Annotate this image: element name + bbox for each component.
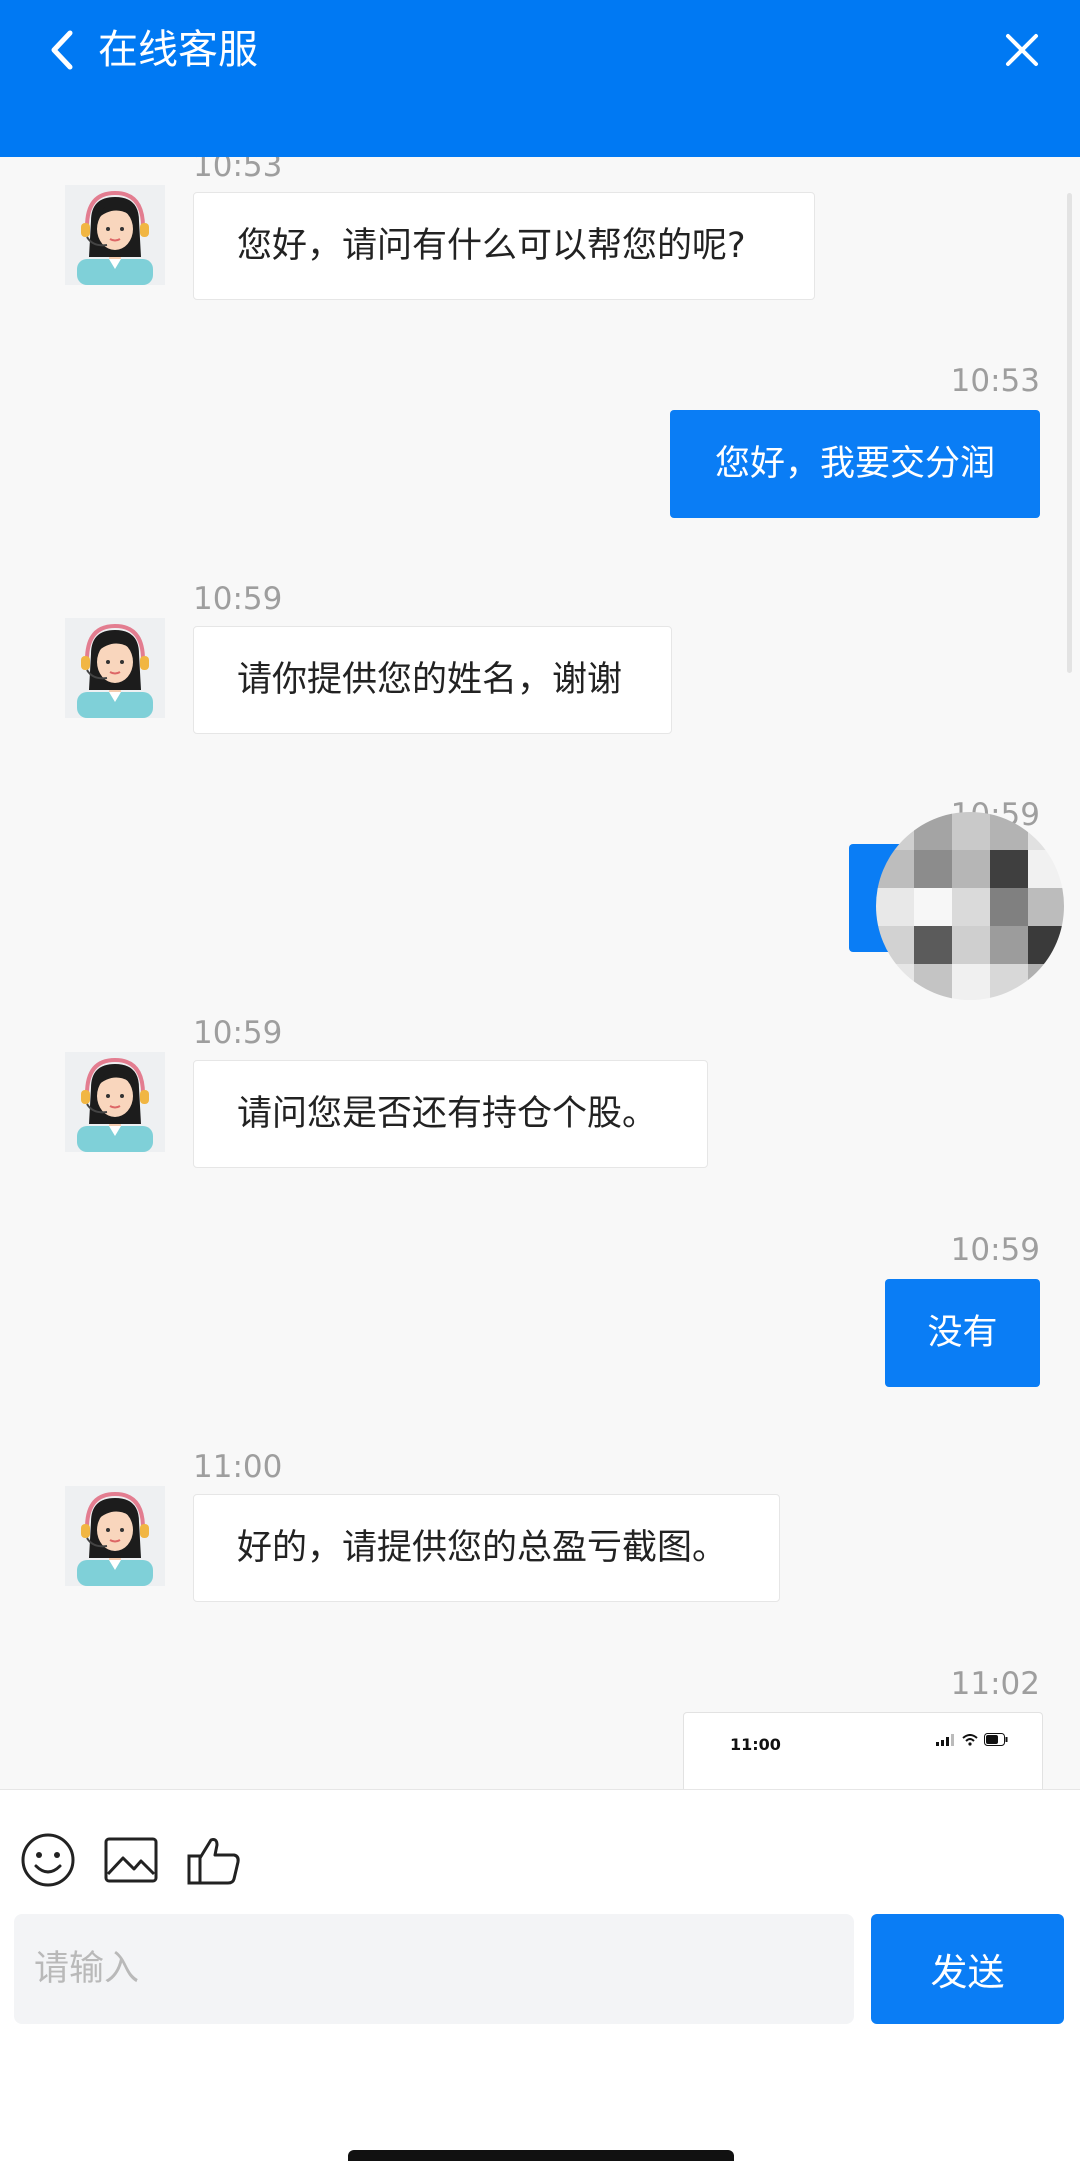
image-message-thumbnail[interactable]: 11:00 — [683, 1712, 1043, 1789]
composer-toolbar: 发送 — [0, 1789, 1080, 2162]
image-icon — [104, 1837, 158, 1883]
agent-avatar — [65, 618, 165, 718]
close-icon — [1006, 34, 1038, 66]
wifi-icon — [962, 1733, 978, 1746]
pixelated-mosaic-overlay — [876, 812, 1064, 1000]
back-button[interactable] — [30, 18, 94, 82]
agent-avatar — [65, 1486, 165, 1586]
like-button[interactable] — [184, 1830, 244, 1890]
battery-icon — [984, 1733, 1008, 1746]
close-button[interactable] — [990, 18, 1054, 82]
send-button[interactable]: 发送 — [871, 1914, 1064, 2024]
page-title: 在线客服 — [98, 27, 258, 73]
home-indicator — [348, 2150, 734, 2161]
incoming-message-bubble: 请你提供您的姓名，谢谢 — [193, 626, 672, 734]
outgoing-message-bubble: 没有 — [885, 1279, 1040, 1387]
message-time: 10:59 — [950, 1232, 1040, 1268]
incoming-message-bubble: 您好，请问有什么可以帮您的呢? — [193, 192, 815, 300]
message-time: 10:59 — [193, 581, 283, 617]
incoming-message-bubble: 好的，请提供您的总盈亏截图。 — [193, 1494, 780, 1602]
message-time: 11:00 — [193, 1449, 283, 1485]
scrollbar[interactable] — [1067, 193, 1072, 673]
incoming-message-bubble: 请问您是否还有持仓个股。 — [193, 1060, 708, 1168]
screenshot-status-icons — [936, 1733, 1008, 1746]
chevron-left-icon — [51, 30, 73, 70]
screenshot-status-time: 11:00 — [730, 1735, 781, 1754]
outgoing-message-bubble: 您好，我要交分润 — [670, 410, 1040, 518]
smile-icon — [21, 1833, 75, 1887]
message-input[interactable] — [14, 1914, 854, 2024]
agent-avatar — [65, 185, 165, 285]
image-button[interactable] — [101, 1830, 161, 1890]
message-time: 11:02 — [950, 1666, 1040, 1702]
agent-avatar — [65, 1052, 165, 1152]
message-time: 10:59 — [193, 1015, 283, 1051]
chat-message-list[interactable]: 10:53 您好，请问有什么可以帮您的呢? 10:53 您好，我要交分润 10:… — [0, 157, 1080, 1789]
message-time: 10:53 — [193, 157, 283, 184]
message-time: 10:53 — [950, 363, 1040, 399]
signal-icon — [936, 1733, 954, 1746]
thumbs-up-icon — [187, 1838, 240, 1885]
header-bar: 在线客服 — [0, 0, 1080, 157]
emoji-button[interactable] — [18, 1830, 78, 1890]
